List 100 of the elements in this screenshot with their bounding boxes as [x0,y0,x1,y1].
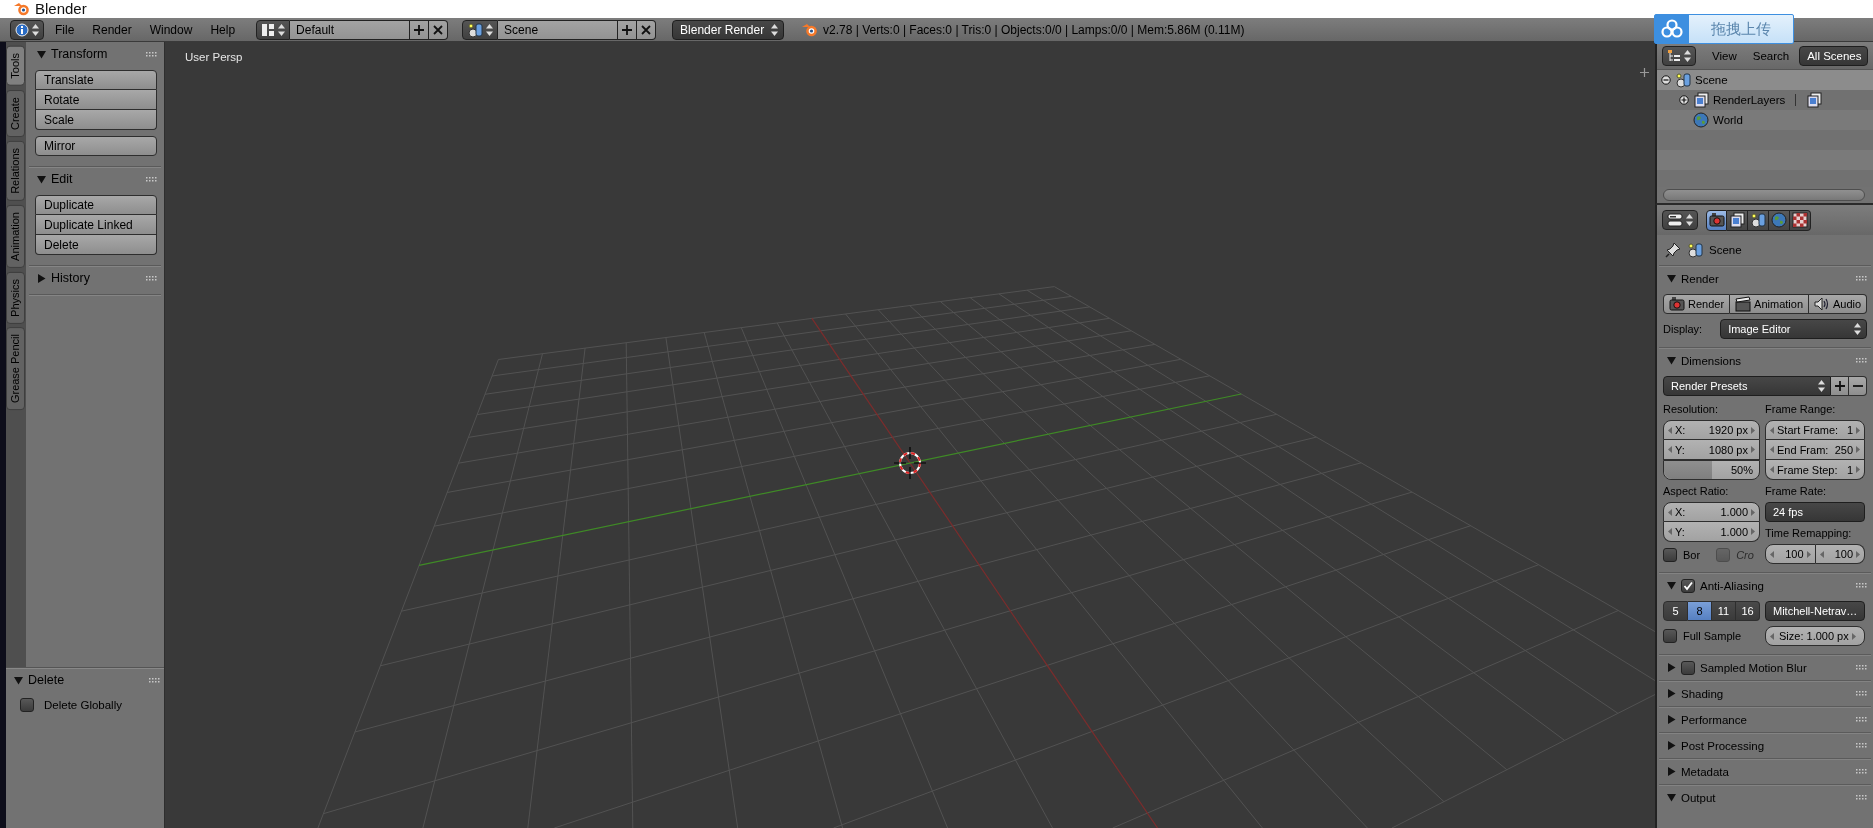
number-field[interactable]: End Fram: 250 [1765,440,1865,460]
panel-title: Edit [51,172,74,186]
add-button[interactable] [410,19,430,40]
updown-arrows-icon [1684,49,1691,62]
filter-dropdown[interactable]: All Scenes [1799,45,1868,66]
audio-button[interactable]: Audio [1809,294,1868,314]
speaker-icon [1814,296,1830,312]
number-field[interactable]: 100 [1815,544,1865,564]
presets-dropdown[interactable]: Render Presets [1663,376,1831,396]
percentage-slider[interactable]: 50% [1663,460,1760,480]
animation-button[interactable]: Animation [1730,294,1809,314]
context-tab[interactable] [1790,209,1811,231]
number-field[interactable]: X: 1.000 [1663,502,1760,522]
render-button[interactable]: Render [1663,294,1731,314]
number-field[interactable]: Y: 1.000 [1663,522,1760,542]
editor-type-button[interactable] [1662,210,1698,230]
render-engine-dropdown[interactable]: Blender Render [672,19,785,40]
tool-button[interactable]: Mirror [35,136,157,156]
menu-item[interactable]: Window [142,22,200,37]
updown-arrows-icon [278,23,286,36]
updown-arrows-icon [1686,214,1693,226]
scene-selector-button[interactable] [462,19,499,40]
checkbox[interactable] [1681,578,1695,593]
context-tab[interactable] [1706,209,1727,231]
scrollbar[interactable] [1663,189,1865,201]
right-arrow-icon [1751,508,1755,516]
add-button[interactable] [618,19,638,40]
number-field[interactable]: X: 1920 px [1663,420,1760,440]
left-arrow-icon [1770,446,1774,453]
checkbox[interactable] [1663,548,1677,562]
remove-button[interactable] [1849,376,1867,396]
scene-field[interactable]: Scene [498,19,619,40]
scene-icon [1687,242,1703,258]
panel-title: Anti-Aliasing [1700,579,1765,592]
number-field[interactable]: Size: 1.000 px [1765,626,1865,646]
menu-item[interactable]: View [1706,49,1743,62]
updown-arrows-icon [1854,323,1861,335]
number-field[interactable]: Frame Step: 1 [1765,460,1865,480]
outliner-row[interactable]: World [1657,110,1873,130]
context-tab[interactable] [1748,209,1769,231]
panel-title: Output [1681,791,1717,804]
checkbox[interactable] [20,698,34,712]
display-dropdown[interactable]: Image Editor [1720,319,1867,339]
sample-button[interactable]: 8 [1688,601,1712,621]
panel-title: Sampled Motion Blur [1700,661,1808,674]
menu-item[interactable]: Render [85,22,139,37]
tool-tab[interactable]: Tools [6,46,25,86]
tool-button[interactable]: Duplicate Linked [35,215,157,235]
screen-layout-button[interactable] [256,19,291,40]
screen-layout-field[interactable]: Default [290,19,411,40]
left-arrow-icon [1770,632,1774,640]
checkbox-label: Bor [1683,549,1701,561]
checkbox[interactable] [1681,660,1695,675]
left-arrow-icon [1770,426,1774,434]
menu-item[interactable]: File [48,22,82,37]
left-arrow-icon [1668,446,1672,453]
menu-item[interactable]: Help [203,22,243,37]
panel-title: Post Processing [1681,739,1766,752]
grip-icon [1856,743,1867,748]
clapper-icon [1735,296,1752,312]
tool-button[interactable]: Rotate [35,90,157,110]
camera-icon [1708,212,1725,228]
menu-item[interactable]: Search [1746,49,1796,62]
info-icon [15,22,29,37]
filter-dropdown[interactable]: Mitchell-Netrav… [1765,601,1865,621]
tool-button[interactable]: Duplicate [35,195,157,215]
number-field[interactable]: 100 [1765,544,1816,564]
panel-title: History [51,271,91,285]
outliner-row[interactable]: Scene [1657,70,1873,90]
tool-button[interactable]: Translate [35,70,157,90]
tool-button[interactable]: Delete [35,235,157,255]
properties-editor-icon [1667,213,1683,227]
frame-rate-dropdown[interactable]: 24 fps [1765,502,1865,522]
number-field[interactable]: Start Frame: 1 [1765,420,1865,440]
remove-button[interactable] [637,19,657,40]
number-field[interactable]: Y: 1080 px [1663,440,1760,460]
checkbox[interactable] [1663,629,1677,643]
right-arrow-icon [1851,632,1856,640]
scene-icon [1750,212,1766,228]
editor-type-button[interactable] [1662,45,1696,66]
tool-button[interactable]: Scale [35,110,157,130]
editor-type-button[interactable] [10,19,44,40]
right-arrow-icon [1751,528,1755,535]
render-layers-icon [1693,92,1709,108]
updown-arrows-icon [32,23,39,36]
pin-icon [1665,242,1681,258]
updown-arrows-icon [771,23,779,36]
region-toggle-icon [1640,68,1649,77]
panel-title: Delete [28,673,66,687]
outliner-row[interactable]: RenderLayers [1657,90,1873,110]
sample-button[interactable]: 11 [1712,601,1736,621]
panel-title: Transform [51,47,109,61]
sample-button[interactable]: 16 [1736,601,1760,621]
camera-icon [1669,296,1685,312]
panel-title: Performance [1681,713,1748,726]
add-button[interactable] [1831,376,1849,396]
left-arrow-icon [1819,550,1824,558]
remove-button[interactable] [429,19,449,40]
sample-button[interactable]: 5 [1663,601,1688,621]
context-tab[interactable] [1727,209,1748,231]
